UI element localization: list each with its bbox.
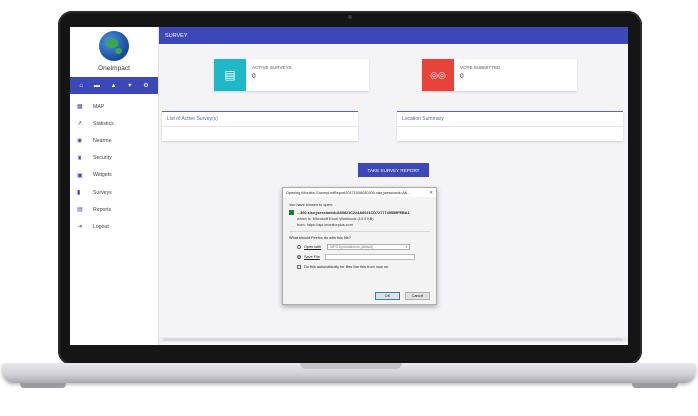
open-with-select[interactable]: WPS Spreadsheets (default) ▾ xyxy=(327,244,411,250)
open-with-value: WPS Spreadsheets (default) xyxy=(330,245,374,249)
sidebar-nav: ▦ MAP ↗ Statistics ◉ Nearme ♜ Security ▣ Widg… xyxy=(70,94,158,236)
surveys-icon: ▮ xyxy=(77,190,81,197)
sidebar-item-label: Security xyxy=(93,155,112,162)
panel-title: List of Active Survey(s) xyxy=(162,112,358,127)
dialog-body: You have chosen to open: ...300.xlsx;jse… xyxy=(283,197,436,272)
sidebar-item-nearme[interactable]: ◉ Nearme xyxy=(70,132,158,149)
save-file-label: Save File xyxy=(304,255,320,259)
stat-label: ACTIVE SURVEYS xyxy=(252,65,292,70)
sidebar-item-label: Statistics xyxy=(93,120,114,127)
save-file-field xyxy=(324,254,415,260)
sidebar-item-label: Logout xyxy=(93,223,109,230)
widgets-icon: ▣ xyxy=(77,172,83,179)
file-type: which is: Microsoft Excel Workbook (10.0… xyxy=(297,217,374,221)
file-row: ...300.xlsx;jsessionid=A60821C224A6021CD… xyxy=(289,210,430,215)
chevron-down-icon: ▾ xyxy=(405,245,408,249)
brand-name: OneImpact xyxy=(98,65,130,72)
webcam xyxy=(348,15,352,19)
page-title: SURVEY xyxy=(165,32,188,39)
sidebar-item-label: Nearme xyxy=(93,137,112,144)
cancel-button[interactable]: Cancel xyxy=(405,292,430,300)
excel-file-icon xyxy=(289,210,294,215)
sidebar-item-reports[interactable]: ▤ Reports xyxy=(70,201,158,218)
auto-label: Do this automatically for files like thi… xyxy=(304,265,390,269)
laptop-foot-right xyxy=(632,383,678,388)
sidebar-item-statistics[interactable]: ↗ Statistics xyxy=(70,115,158,132)
sidebar-item-label: Surveys xyxy=(93,189,112,196)
sidebar-item-label: Widgets xyxy=(93,172,112,179)
panel-title: Location Summary xyxy=(397,112,623,127)
clipboard-icon: ▤ xyxy=(214,59,246,91)
dialog-title: Opening iMonitor-SurveyListReport2017100… xyxy=(286,190,411,195)
trend-icon: ↗ xyxy=(77,121,83,128)
target-icon: ◉ xyxy=(77,138,83,145)
horizontal-scrollbar[interactable] xyxy=(159,337,628,342)
take-survey-report-button[interactable]: TAKE SURVEY REPORT xyxy=(358,163,429,177)
close-icon[interactable]: ✕ xyxy=(429,190,433,196)
scrollbar-thumb[interactable] xyxy=(163,338,623,341)
sidebar: OneImpact ⌂ ▬ ▲ ✦ ⚙ ▦ MAP ↗ Statistics ◉ Ne… xyxy=(70,27,159,345)
file-source: from: https://api.imonitorplus.com xyxy=(297,223,353,227)
logout-icon: ⇥ xyxy=(77,224,83,231)
open-with-radio[interactable] xyxy=(297,245,301,249)
sidebar-item-logout[interactable]: ⇥ Logout xyxy=(70,218,158,235)
sidebar-item-map[interactable]: ▦ MAP xyxy=(70,98,158,115)
laptop-foot-left xyxy=(20,383,66,388)
stat-value: 0 xyxy=(460,73,464,80)
map-icon: ▦ xyxy=(77,104,83,111)
open-with-label: Open with xyxy=(304,245,322,249)
divider xyxy=(289,231,430,232)
logo-area: OneImpact xyxy=(70,27,158,77)
laptop-base xyxy=(2,363,696,383)
save-file-radio[interactable] xyxy=(297,255,301,259)
glasses-icon: ◎◎ xyxy=(422,59,454,91)
tool-icon[interactable]: ✦ xyxy=(127,83,132,89)
dialog-question: What should Firefox do with this file? xyxy=(289,236,351,240)
sidebar-item-label: Reports xyxy=(93,206,112,213)
auto-checkbox[interactable] xyxy=(297,265,301,269)
sidebar-icon-bar: ⌂ ▬ ▲ ✦ ⚙ xyxy=(70,77,158,94)
bus-icon[interactable]: ▬ xyxy=(94,83,100,89)
sidebar-item-surveys[interactable]: ▮ Surveys xyxy=(70,184,158,201)
vote-submitted-card[interactable]: ◎◎ VOTE SUBMITTED 0 xyxy=(422,59,577,91)
dialog-title-bar: Opening iMonitor-SurveyListReport2017100… xyxy=(283,188,436,197)
auto-option[interactable]: Do this automatically for files like thi… xyxy=(289,265,430,269)
sidebar-item-widgets[interactable]: ▣ Widgets xyxy=(70,167,158,184)
page-header: SURVEY xyxy=(159,27,628,44)
active-surveys-panel: List of Active Survey(s) xyxy=(162,111,358,141)
settings-icon[interactable]: ⚙ xyxy=(143,83,148,89)
sidebar-item-label: MAP xyxy=(93,103,105,110)
open-with-option[interactable]: Open with WPS Spreadsheets (default) ▾ xyxy=(289,244,430,250)
base-notch xyxy=(300,363,402,369)
active-surveys-card[interactable]: ▤ ACTIVE SURVEYS 0 xyxy=(214,59,369,91)
home-icon[interactable]: ⌂ xyxy=(79,83,83,89)
reports-icon: ▤ xyxy=(77,207,83,214)
screen: OneImpact ⌂ ▬ ▲ ✦ ⚙ ▦ MAP ↗ Statistics ◉ Ne… xyxy=(70,27,628,345)
save-file-option[interactable]: Save File xyxy=(289,254,430,260)
file-name: ...300.xlsx;jsessionid=A60821C224A6021CD… xyxy=(297,210,410,215)
laptop-mockup: OneImpact ⌂ ▬ ▲ ✦ ⚙ ▦ MAP ↗ Statistics ◉ Ne… xyxy=(0,0,698,416)
dialog-buttons: OK Cancel xyxy=(375,292,430,300)
sidebar-item-security[interactable]: ♜ Security xyxy=(70,150,158,167)
stat-label: VOTE SUBMITTED xyxy=(460,65,501,70)
security-icon: ♜ xyxy=(77,155,83,162)
stat-value: 0 xyxy=(252,73,256,80)
ok-button[interactable]: OK xyxy=(375,292,400,300)
globe-logo xyxy=(99,31,129,61)
download-dialog: Opening iMonitor-SurveyListReport2017100… xyxy=(282,187,437,305)
dialog-intro: You have chosen to open: xyxy=(289,203,333,207)
bell-icon[interactable]: ▲ xyxy=(111,83,117,89)
location-summary-panel: Location Summary xyxy=(397,111,623,141)
